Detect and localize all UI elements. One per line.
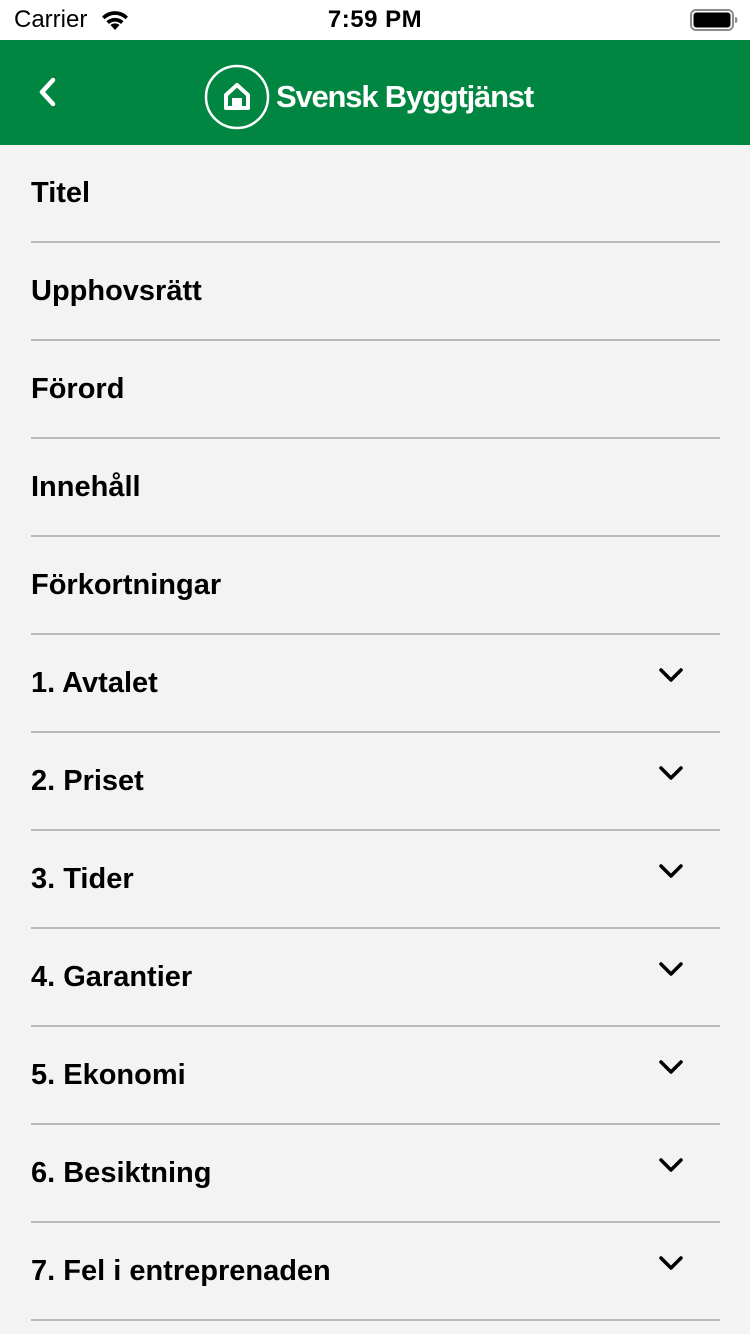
app-header: Svensk Byggtjänst <box>0 40 750 145</box>
toc-item[interactable]: Upphovsrätt <box>31 243 720 341</box>
toc-item-label: Förkortningar <box>31 569 222 601</box>
battery-full-icon <box>690 9 738 31</box>
status-time: 7:59 PM <box>327 6 423 33</box>
toc-item-label: 3. Tider <box>31 863 134 895</box>
status-bar: Carrier 7:59 PM <box>0 0 750 40</box>
toc-item[interactable]: 1. Avtalet <box>31 635 720 733</box>
chevron-down-icon[interactable] <box>658 961 684 977</box>
toc-item-label: Titel <box>31 177 91 209</box>
toc-item-label: 1. Avtalet <box>31 667 158 699</box>
toc-item-label: 7. Fel i entreprenaden <box>31 1255 331 1287</box>
toc-item-label: 2. Priset <box>31 765 144 797</box>
toc-item-label: Förord <box>31 373 125 405</box>
toc-item-label: Innehåll <box>31 471 141 503</box>
toc-item-label: 6. Besiktning <box>31 1157 212 1189</box>
toc-item[interactable]: Innehåll <box>31 439 720 537</box>
toc-item-label: 4. Garantier <box>31 961 193 993</box>
chevron-down-icon[interactable] <box>658 1255 684 1271</box>
toc-item[interactable]: 2. Priset <box>31 733 720 831</box>
brand-logo: Svensk Byggtjänst <box>204 64 534 130</box>
chevron-left-icon <box>39 77 56 107</box>
chevron-down-icon[interactable] <box>658 863 684 879</box>
chevron-down-icon[interactable] <box>658 667 684 683</box>
chevron-down-icon[interactable] <box>658 1059 684 1075</box>
brand-name: Svensk Byggtjänst <box>276 79 534 114</box>
toc-item[interactable]: Förord <box>31 341 720 439</box>
chevron-down-icon[interactable] <box>658 1157 684 1173</box>
toc-list: Titel Upphovsrätt Förord Innehåll Förkortnin… <box>0 145 750 1321</box>
toc-item[interactable]: 6. Besiktning <box>31 1125 720 1223</box>
toc-item-label: Upphovsrätt <box>31 275 202 307</box>
toc-item[interactable]: 5. Ekonomi <box>31 1027 720 1125</box>
toc-item[interactable]: Titel <box>31 145 720 243</box>
back-button[interactable] <box>22 62 72 122</box>
toc-item-label: 5. Ekonomi <box>31 1059 186 1091</box>
toc-item[interactable]: Förkortningar <box>31 537 720 635</box>
toc-item[interactable]: 3. Tider <box>31 831 720 929</box>
chevron-down-icon[interactable] <box>658 765 684 781</box>
toc-item[interactable]: 4. Garantier <box>31 929 720 1027</box>
toc-item[interactable]: 7. Fel i entreprenaden <box>31 1223 720 1321</box>
house-circle-icon <box>204 64 270 130</box>
